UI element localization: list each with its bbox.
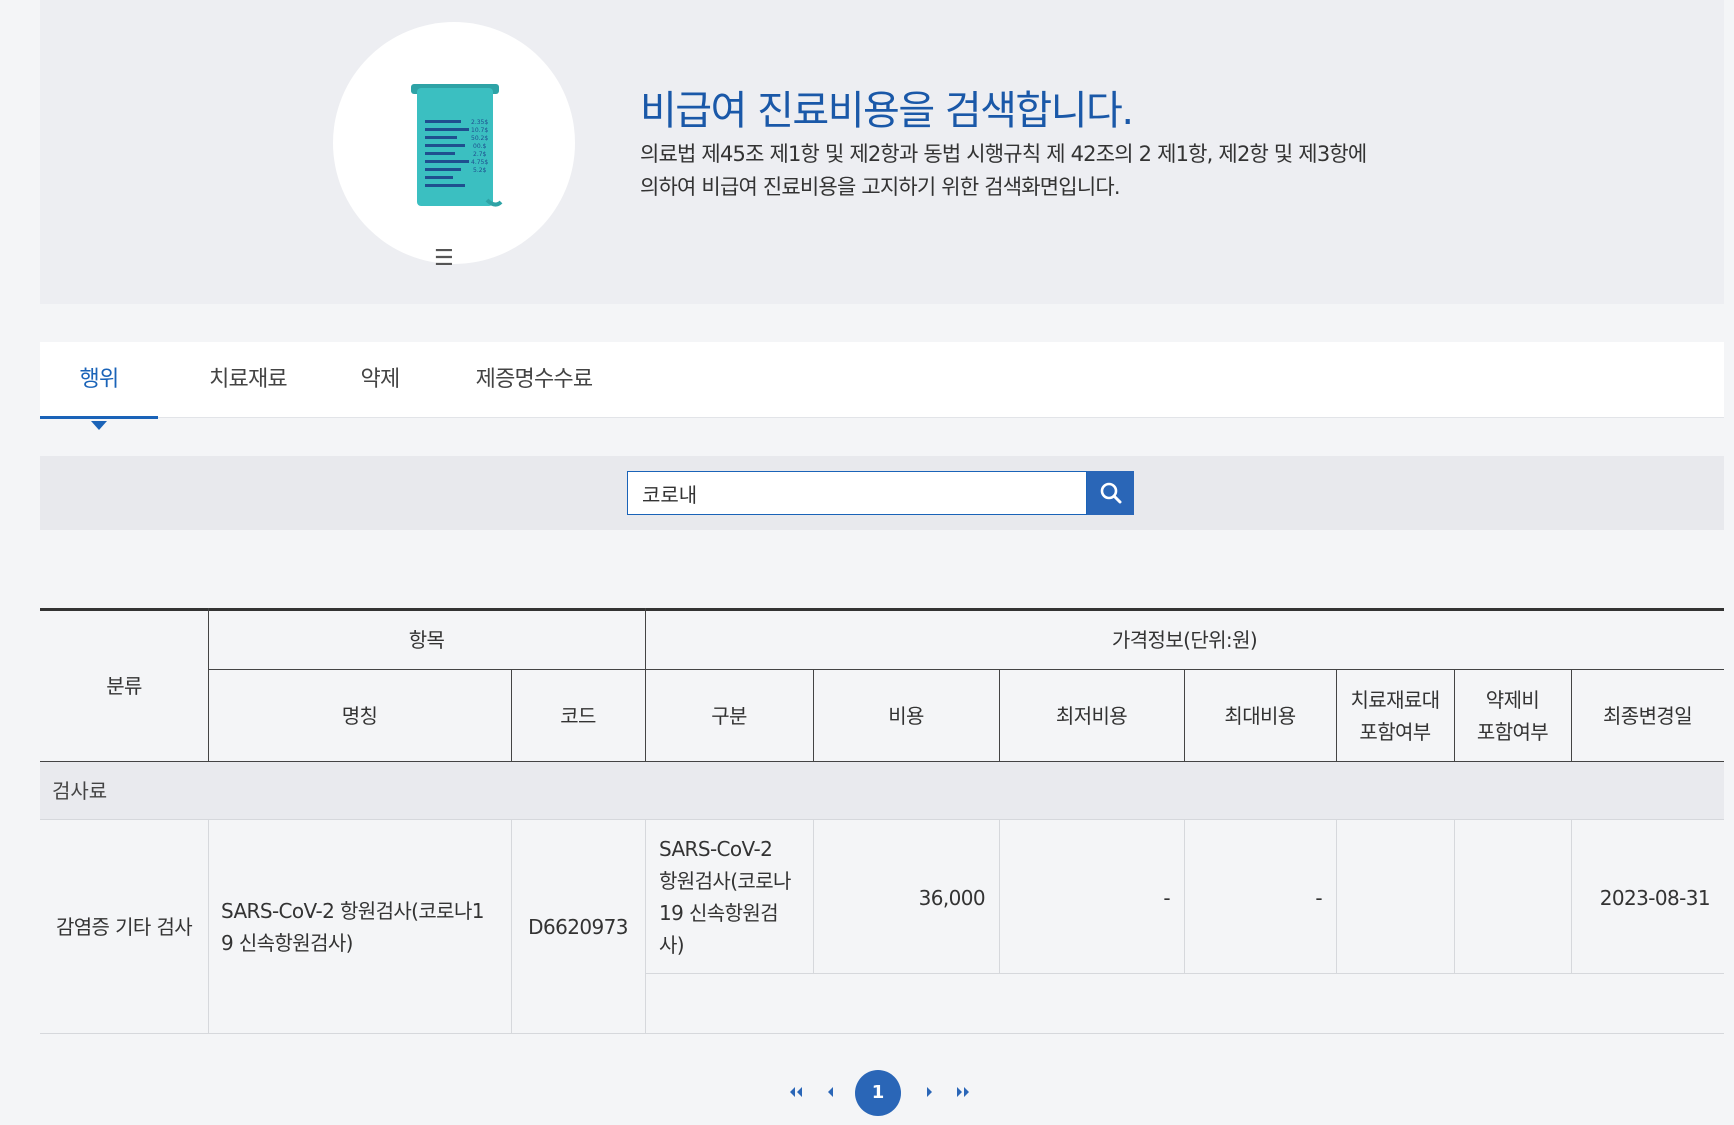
- header-division: 구분: [711, 703, 747, 728]
- receipt-value: 2.35$: [471, 119, 488, 126]
- page-title: 비급여 진료비용을 검색합니다.: [640, 88, 1134, 134]
- header-material-included: 치료재료대 포함여부: [1336, 670, 1454, 761]
- receipt-icon: 2.35$ 10.7$ 50.2$ 00.$ 2.7$ 4.75$ 5.2$: [411, 84, 503, 207]
- header-drug-included: 약제비 포함여부: [1454, 670, 1571, 761]
- prev-page-icon[interactable]: [822, 1070, 840, 1114]
- receipt-value: 5.2$: [473, 167, 487, 174]
- header-code: 코드: [560, 703, 596, 728]
- header-price-group: 가격정보(단위:원): [1111, 628, 1258, 652]
- header-text-line: 포함여부: [1476, 719, 1549, 744]
- search-button[interactable]: [1087, 471, 1134, 515]
- search-input[interactable]: [627, 471, 1087, 515]
- next-page-icon[interactable]: [920, 1070, 938, 1114]
- last-page-icon[interactable]: [953, 1070, 973, 1114]
- description-line: 의료법 제45조 제1항 및 제2항과 동법 시행규칙 제 42조의 2 제1항…: [640, 142, 1367, 166]
- page-1-button[interactable]: 1: [855, 1070, 901, 1116]
- header-text-line: 약제비: [1485, 687, 1540, 712]
- cell-cost: 36,000: [918, 886, 986, 910]
- tab-certificate-fee[interactable]: 제증명수수료: [460, 342, 608, 418]
- cell-last-changed: 2023-08-31: [1599, 886, 1711, 910]
- cell-text-line: 사): [659, 933, 685, 957]
- cell-max-cost: -: [1315, 886, 1322, 910]
- receipt-value: 50.2$: [471, 135, 488, 142]
- search-bar: [40, 456, 1724, 530]
- tab-drug[interactable]: 약제: [340, 342, 420, 418]
- header-cost: 비용: [888, 703, 924, 728]
- cell-material-included: [1336, 820, 1454, 974]
- hero-illustration: 2.35$ 10.7$ 50.2$ 00.$ 2.7$ 4.75$ 5.2$: [333, 22, 575, 264]
- page-description: 의료법 제45조 제1항 및 제2항과 동법 시행규칙 제 42조의 2 제1항…: [640, 138, 1367, 204]
- receipt-value: 4.75$: [471, 159, 488, 166]
- receipt-value: 00.$: [473, 143, 487, 150]
- description-line: 의하여 비급여 진료비용을 고지하기 위한 검색화면입니다.: [640, 175, 1121, 199]
- cell-code: D6620973: [528, 915, 628, 939]
- header-text-line: 치료재료대: [1350, 687, 1441, 712]
- header-last-changed: 최종변경일: [1603, 703, 1693, 728]
- tab-action[interactable]: 행위: [40, 342, 158, 430]
- header-name: 명칭: [341, 703, 378, 728]
- first-page-icon[interactable]: [786, 1070, 806, 1114]
- cell-name: SARS-CoV-2 항원검사(코로나1 9 신속항원검사): [208, 820, 511, 1034]
- receipt-value: 2.7$: [473, 151, 487, 158]
- hamburger-icon[interactable]: ☰: [434, 248, 454, 270]
- cell-text-line: SARS-CoV-2: [659, 837, 773, 861]
- cell-text-line: 19 신속항원검: [659, 901, 779, 925]
- header-min-cost: 최저비용: [1055, 703, 1128, 728]
- cell-min-cost: -: [1163, 886, 1170, 910]
- category-tabs: 행위 치료재료 약제 제증명수수료: [40, 342, 1724, 430]
- cell-division: SARS-CoV-2 항원검사(코로나 19 신속항원검 사): [645, 820, 813, 974]
- cell-drug-included: [1454, 820, 1571, 974]
- search-icon: [1100, 482, 1122, 504]
- hero-banner: 2.35$ 10.7$ 50.2$ 00.$ 2.7$ 4.75$ 5.2$ ☰…: [40, 0, 1724, 304]
- header-text-line: 포함여부: [1359, 719, 1431, 744]
- tab-treatment-material[interactable]: 치료재료: [188, 342, 308, 418]
- header-item-group: 항목: [408, 628, 445, 652]
- cell-text-line: 항원검사(코로나: [659, 869, 791, 893]
- header-category: 분류: [106, 674, 142, 698]
- cell-category: 감염증 기타 검사: [55, 915, 193, 939]
- receipt-value: 10.7$: [471, 127, 488, 134]
- pagination: 1: [0, 1070, 1734, 1116]
- group-row: 검사료: [40, 762, 1724, 820]
- header-max-cost: 최대비용: [1224, 703, 1296, 728]
- cell-text-line: SARS-CoV-2 항원검사(코로나1: [221, 899, 485, 923]
- cell-text-line: 9 신속항원검사): [221, 931, 353, 955]
- group-label: 검사료: [52, 779, 108, 803]
